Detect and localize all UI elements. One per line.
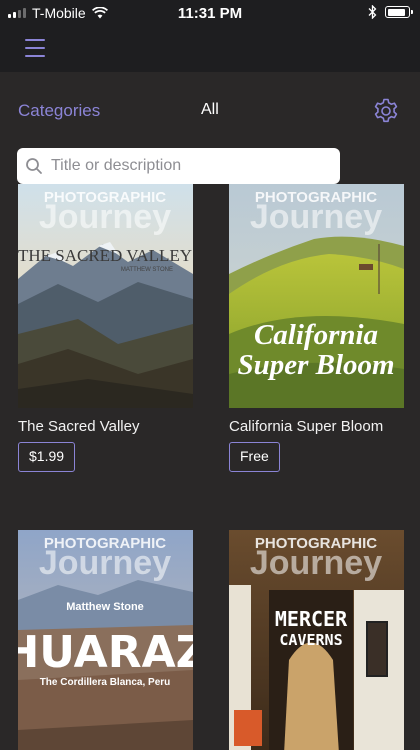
bluetooth-icon [368,5,377,19]
categories-button[interactable]: Categories [18,101,100,121]
hamburger-icon[interactable] [25,39,45,57]
book-cover[interactable]: PHOTOGRAPHIC Journey THE SACRED VALLEY M… [18,184,193,408]
cover-author: Matthew Stone [66,601,144,613]
cover-headline: THE SACRED VALLEY [18,246,192,265]
book-title[interactable]: California Super Bloom [229,418,383,435]
battery-icon [385,6,413,18]
status-bar: T-Mobile 11:31 PM [0,0,420,28]
cover-headline-line2: CAVERNS [279,631,342,649]
cover-headline-line2: Super Bloom [237,349,394,381]
filter-row: Categories All [0,90,420,132]
status-time: 11:31 PM [177,5,243,22]
current-filter-label: All [201,101,219,118]
search-input[interactable] [51,157,331,175]
book-cover[interactable]: PHOTOGRAPHIC Journey MERCER CAVERNS [229,530,404,750]
search-icon [26,158,42,174]
nav-bar [0,28,420,72]
masthead-main: Journey [250,198,382,236]
cover-author: MATTHEW STONE [121,267,173,273]
book-cover[interactable]: PHOTOGRAPHIC Journey Matthew Stone HUARA… [18,530,193,750]
book-cover[interactable]: PHOTOGRAPHIC Journey California Super Bl… [229,184,404,408]
gear-icon[interactable] [372,97,400,125]
cover-headline-line1: California [254,319,378,351]
masthead-main: Journey [39,198,171,236]
masthead-main: Journey [39,544,171,582]
masthead-main: Journey [250,544,382,582]
price-button[interactable]: $1.99 [18,442,76,472]
book-title[interactable]: The Sacred Valley [18,418,139,435]
cover-headline: HUARAZ [18,627,193,678]
cover-headline-line1: MERCER [275,607,348,631]
price-button[interactable]: Free [229,442,280,472]
search-bar[interactable] [17,148,340,184]
battery-level [387,8,405,16]
cover-subtitle: The Cordillera Blanca, Peru [40,677,171,688]
status-right [368,5,413,19]
